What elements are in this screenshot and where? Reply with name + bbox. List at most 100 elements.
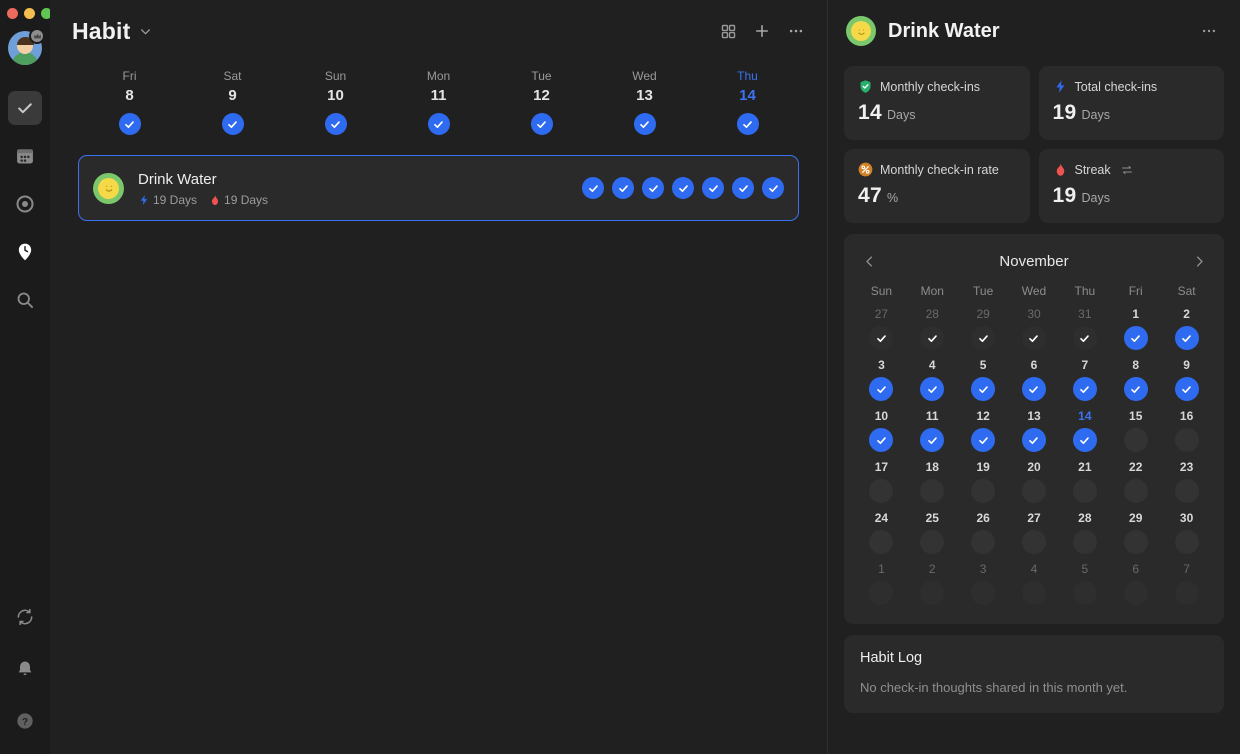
sidebar-item-search[interactable] — [8, 283, 42, 317]
calendar-day-cell[interactable]: 20 — [1009, 459, 1060, 508]
calendar-day-cell[interactable]: 23 — [1161, 459, 1212, 508]
calendar-day-check[interactable] — [1072, 479, 1097, 503]
calendar-day-check[interactable] — [971, 479, 996, 503]
calendar-day-check[interactable] — [920, 581, 945, 605]
calendar-day-check[interactable] — [1021, 530, 1046, 554]
calendar-day-cell[interactable]: 3 — [958, 561, 1009, 610]
calendar-day-check[interactable] — [971, 581, 996, 605]
calendar-day-check[interactable] — [1123, 377, 1148, 401]
habit-day-check[interactable] — [762, 177, 784, 199]
calendar-day-check[interactable] — [1021, 428, 1046, 452]
calendar-day-cell[interactable]: 24 — [856, 510, 907, 559]
avatar[interactable] — [8, 28, 45, 65]
calendar-day-cell[interactable]: 13 — [1009, 408, 1060, 457]
week-day-check[interactable] — [427, 113, 450, 135]
week-day-check[interactable] — [221, 113, 244, 135]
calendar-day-cell[interactable]: 21 — [1059, 459, 1110, 508]
week-day-column[interactable]: Fri 8 — [78, 68, 181, 135]
calendar-day-cell[interactable]: 28 — [1059, 510, 1110, 559]
calendar-day-cell[interactable]: 3 — [856, 357, 907, 406]
week-day-column[interactable]: Sun 10 — [284, 68, 387, 135]
habit-day-check[interactable] — [612, 177, 634, 199]
calendar-day-check[interactable] — [869, 581, 894, 605]
calendar-day-check[interactable] — [971, 326, 996, 350]
swap-icon[interactable] — [1121, 164, 1133, 176]
calendar-day-cell[interactable]: 25 — [907, 510, 958, 559]
add-habit-button[interactable] — [747, 16, 777, 46]
sidebar-item-goals[interactable] — [8, 187, 42, 221]
week-day-check[interactable] — [736, 113, 759, 135]
sidebar-item-tasks[interactable] — [8, 91, 42, 125]
week-day-check[interactable] — [118, 113, 141, 135]
calendar-day-cell[interactable]: 1 — [856, 561, 907, 610]
main-more-button[interactable] — [781, 16, 811, 46]
habit-day-check[interactable] — [582, 177, 604, 199]
habit-day-check[interactable] — [702, 177, 724, 199]
calendar-day-cell[interactable]: 2 — [1161, 306, 1212, 355]
calendar-day-cell[interactable]: 12 — [958, 408, 1009, 457]
week-day-check[interactable] — [530, 113, 553, 135]
calendar-day-cell[interactable]: 2 — [907, 561, 958, 610]
calendar-day-cell[interactable]: 6 — [1009, 357, 1060, 406]
calendar-day-check[interactable] — [869, 428, 894, 452]
calendar-day-check[interactable] — [1021, 377, 1046, 401]
calendar-day-check[interactable] — [869, 530, 894, 554]
calendar-day-check[interactable] — [1123, 530, 1148, 554]
minimize-window-button[interactable] — [24, 8, 35, 19]
calendar-day-check[interactable] — [1123, 581, 1148, 605]
calendar-day-check[interactable] — [971, 530, 996, 554]
calendar-day-check[interactable] — [1072, 428, 1097, 452]
calendar-day-cell[interactable]: 15 — [1110, 408, 1161, 457]
calendar-day-check[interactable] — [1174, 326, 1199, 350]
calendar-day-cell[interactable]: 19 — [958, 459, 1009, 508]
calendar-next-button[interactable] — [1186, 248, 1212, 274]
calendar-day-cell[interactable]: 11 — [907, 408, 958, 457]
calendar-day-cell[interactable]: 18 — [907, 459, 958, 508]
calendar-day-check[interactable] — [1174, 479, 1199, 503]
calendar-day-check[interactable] — [1174, 377, 1199, 401]
calendar-day-cell[interactable]: 27 — [856, 306, 907, 355]
calendar-day-cell[interactable]: 26 — [958, 510, 1009, 559]
grid-view-button[interactable] — [713, 16, 743, 46]
calendar-day-check[interactable] — [971, 428, 996, 452]
calendar-day-cell[interactable]: 4 — [1009, 561, 1060, 610]
calendar-day-cell[interactable]: 10 — [856, 408, 907, 457]
calendar-day-cell[interactable]: 9 — [1161, 357, 1212, 406]
calendar-day-check[interactable] — [1123, 428, 1148, 452]
calendar-prev-button[interactable] — [856, 248, 882, 274]
calendar-day-cell[interactable]: 14 — [1059, 408, 1110, 457]
calendar-day-check[interactable] — [1021, 326, 1046, 350]
calendar-day-cell[interactable]: 27 — [1009, 510, 1060, 559]
sidebar-item-notifications[interactable] — [8, 652, 42, 686]
calendar-day-cell[interactable]: 22 — [1110, 459, 1161, 508]
calendar-day-check[interactable] — [971, 377, 996, 401]
calendar-day-check[interactable] — [1021, 581, 1046, 605]
calendar-day-check[interactable] — [1072, 530, 1097, 554]
habit-day-check[interactable] — [642, 177, 664, 199]
calendar-day-check[interactable] — [920, 479, 945, 503]
week-day-column[interactable]: Thu 14 — [696, 68, 799, 135]
calendar-day-cell[interactable]: 1 — [1110, 306, 1161, 355]
calendar-day-cell[interactable]: 4 — [907, 357, 958, 406]
sidebar-item-habit[interactable] — [8, 235, 42, 269]
sidebar-item-help[interactable]: ? — [8, 704, 42, 738]
calendar-day-check[interactable] — [869, 326, 894, 350]
calendar-day-check[interactable] — [869, 377, 894, 401]
calendar-day-cell[interactable]: 5 — [1059, 561, 1110, 610]
calendar-day-cell[interactable]: 28 — [907, 306, 958, 355]
calendar-day-cell[interactable]: 30 — [1161, 510, 1212, 559]
calendar-day-check[interactable] — [1174, 530, 1199, 554]
panel-more-button[interactable] — [1196, 18, 1222, 44]
calendar-day-cell[interactable]: 29 — [1110, 510, 1161, 559]
calendar-day-check[interactable] — [920, 377, 945, 401]
title-dropdown-button[interactable] — [139, 25, 152, 38]
week-day-check[interactable] — [633, 113, 656, 135]
week-day-column[interactable]: Wed 13 — [593, 68, 696, 135]
calendar-day-cell[interactable]: 29 — [958, 306, 1009, 355]
calendar-day-cell[interactable]: 16 — [1161, 408, 1212, 457]
calendar-day-check[interactable] — [869, 479, 894, 503]
calendar-day-cell[interactable]: 17 — [856, 459, 907, 508]
calendar-day-check[interactable] — [1072, 326, 1097, 350]
calendar-day-check[interactable] — [1174, 581, 1199, 605]
sidebar-item-sync[interactable] — [8, 600, 42, 634]
